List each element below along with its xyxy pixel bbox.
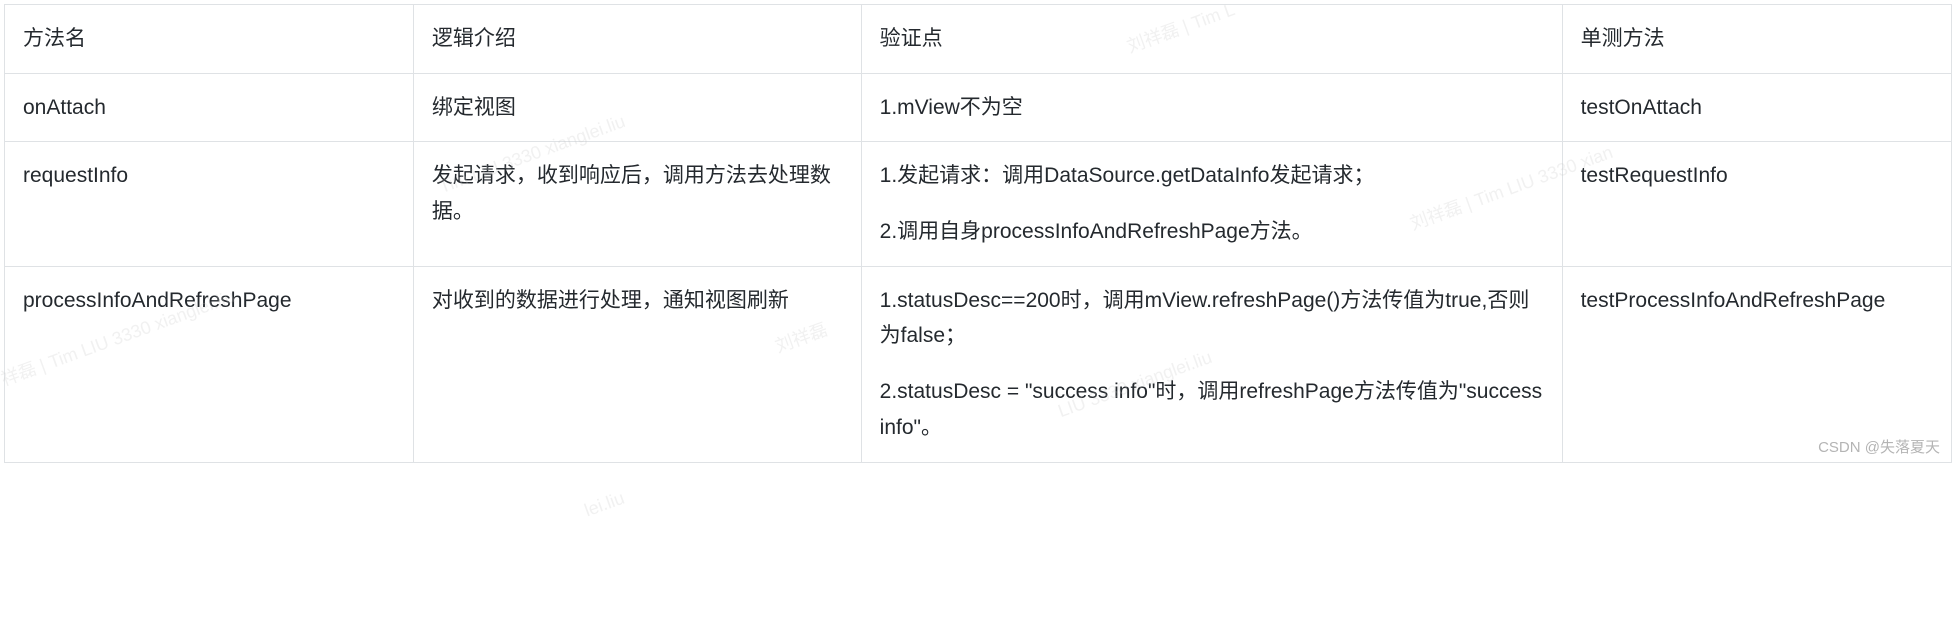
verify-item: 1.statusDesc==200时，调用mView.refreshPage()… xyxy=(880,283,1544,354)
cell-logic: 绑定视图 xyxy=(413,73,861,142)
cell-method: processInfoAndRefreshPage xyxy=(5,266,414,462)
cell-logic: 发起请求，收到响应后，调用方法去处理数据。 xyxy=(413,142,861,266)
header-verify: 验证点 xyxy=(861,5,1562,74)
verify-item: 1.发起请求：调用DataSource.getDataInfo发起请求； xyxy=(880,158,1544,194)
header-test-method: 单测方法 xyxy=(1562,5,1951,74)
verify-item: 2.调用自身processInfoAndRefreshPage方法。 xyxy=(880,214,1544,250)
cell-test: testOnAttach xyxy=(1562,73,1951,142)
cell-method: requestInfo xyxy=(5,142,414,266)
header-logic: 逻辑介绍 xyxy=(413,5,861,74)
table-row: processInfoAndRefreshPage 对收到的数据进行处理，通知视… xyxy=(5,266,1952,462)
methods-table-container: Tim LIU 3330 xianglei.liu 刘祥磊 | Tim L 刘祥… xyxy=(4,4,1952,463)
methods-table: 方法名 逻辑介绍 验证点 单测方法 onAttach 绑定视图 1.mView不… xyxy=(4,4,1952,463)
table-header-row: 方法名 逻辑介绍 验证点 单测方法 xyxy=(5,5,1952,74)
cell-verify: 1.发起请求：调用DataSource.getDataInfo发起请求； 2.调… xyxy=(861,142,1562,266)
cell-verify: 1.mView不为空 xyxy=(861,73,1562,142)
cell-method: onAttach xyxy=(5,73,414,142)
verify-item: 2.statusDesc = "success info"时，调用refresh… xyxy=(880,374,1544,445)
cell-test: testProcessInfoAndRefreshPage xyxy=(1562,266,1951,462)
table-row: onAttach 绑定视图 1.mView不为空 testOnAttach xyxy=(5,73,1952,142)
watermark: lei.liu xyxy=(582,488,628,522)
csdn-attribution: CSDN @失落夏天 xyxy=(1818,436,1940,457)
cell-test: testRequestInfo xyxy=(1562,142,1951,266)
cell-verify: 1.statusDesc==200时，调用mView.refreshPage()… xyxy=(861,266,1562,462)
verify-item: 1.mView不为空 xyxy=(880,90,1544,126)
table-row: requestInfo 发起请求，收到响应后，调用方法去处理数据。 1.发起请求… xyxy=(5,142,1952,266)
header-method-name: 方法名 xyxy=(5,5,414,74)
cell-logic: 对收到的数据进行处理，通知视图刷新 xyxy=(413,266,861,462)
